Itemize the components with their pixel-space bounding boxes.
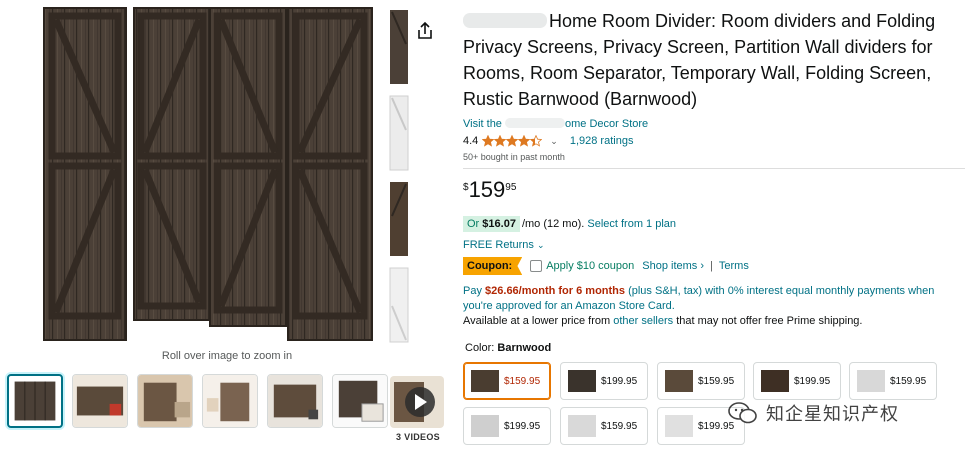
- zoom-hint: Roll over image to zoom in: [161, 350, 293, 362]
- videos-count-label[interactable]: 3 VIDEOS: [390, 432, 446, 442]
- color-option[interactable]: $199.95: [463, 407, 551, 445]
- thumbnail-divider-living[interactable]: [137, 374, 193, 428]
- coupon-tag: Coupon:: [463, 257, 523, 275]
- color-option[interactable]: $199.95: [753, 362, 841, 400]
- swatch-image: [568, 370, 596, 392]
- side-preview-white-2[interactable]: [388, 266, 410, 344]
- color-option[interactable]: $159.95: [657, 362, 745, 400]
- share-icon[interactable]: [414, 20, 436, 42]
- side-preview-dark-2[interactable]: [388, 180, 410, 258]
- separator: |: [710, 260, 713, 272]
- side-preview-white-1[interactable]: [388, 94, 410, 172]
- swatch-image: [761, 370, 789, 392]
- thumbnail-divider-room[interactable]: [72, 374, 128, 428]
- availability-note: Available at a lower price from other se…: [463, 315, 863, 327]
- swatch-image: [568, 415, 596, 437]
- thumbnail-divider-white[interactable]: [202, 374, 258, 428]
- thumbnail-divider-packaged[interactable]: [332, 374, 388, 428]
- store-name-redacted: [505, 118, 565, 128]
- color-option[interactable]: $159.95: [463, 362, 551, 400]
- shop-items-link[interactable]: Shop items ›: [642, 260, 704, 272]
- apply-coupon-label[interactable]: Apply $10 coupon: [546, 260, 634, 272]
- product-details: Home Room Divider: Room dividers and Fol…: [463, 8, 965, 327]
- other-sellers-link[interactable]: other sellers: [613, 315, 673, 327]
- color-option[interactable]: $159.95: [849, 362, 937, 400]
- star-rating-icon[interactable]: [482, 135, 543, 147]
- side-preview-dark-1[interactable]: [388, 8, 410, 86]
- swatch-image: [857, 370, 885, 392]
- select-plan-link[interactable]: Select from 1 plan: [587, 218, 676, 230]
- rating-row: 4.4 ⌄ 1,928 ratings: [463, 133, 965, 149]
- chevron-down-icon[interactable]: ⌄: [550, 136, 558, 147]
- terms-link[interactable]: Terms: [719, 260, 749, 272]
- bought-in-past-month: 50+ bought in past month: [463, 152, 565, 162]
- rating-value: 4.4: [463, 135, 479, 147]
- monthly-terms: /mo (12 mo).: [521, 218, 585, 230]
- side-preview-strip: [388, 8, 410, 352]
- selected-color: Barnwood: [497, 342, 552, 354]
- chevron-down-icon: ⌄: [536, 240, 545, 250]
- color-option[interactable]: $159.95: [560, 407, 648, 445]
- price: $ 159 95: [463, 177, 517, 202]
- swatch-image: [665, 415, 693, 437]
- product-main-image[interactable]: [40, 6, 380, 342]
- star-icon: [482, 135, 495, 147]
- free-returns-link[interactable]: FREE Returns ⌄: [463, 239, 965, 251]
- swatch-image: [665, 370, 693, 392]
- thumbnail-strip: [7, 374, 388, 432]
- color-label: Color: Barnwood: [465, 342, 552, 354]
- ratings-count-link[interactable]: 1,928 ratings: [570, 135, 634, 147]
- video-thumbnail[interactable]: [390, 376, 444, 428]
- product-title: Home Room Divider: Room dividers and Fol…: [463, 11, 936, 109]
- star-icon: [530, 135, 543, 147]
- swatch-image: [471, 415, 499, 437]
- watermark: 知企星知识产权: [728, 400, 899, 426]
- color-option[interactable]: $199.95: [560, 362, 648, 400]
- store-link[interactable]: Visit the ome Decor Store: [463, 118, 965, 130]
- star-icon: [506, 135, 519, 147]
- monthly-badge: Or $16.07: [463, 216, 520, 232]
- brand-redacted: [463, 13, 547, 28]
- swatch-image: [471, 370, 499, 392]
- apply-coupon-checkbox[interactable]: [530, 260, 543, 272]
- star-icon: [518, 135, 531, 147]
- thumbnail-divider-dark[interactable]: [7, 374, 63, 428]
- wechat-logo-icon: [728, 402, 757, 424]
- star-icon: [494, 135, 507, 147]
- thumbnail-divider-office[interactable]: [267, 374, 323, 428]
- coupon-row: Coupon: Apply $10 coupon Shop items › | …: [463, 257, 965, 275]
- store-card-offer[interactable]: Pay $26.66/month for 6 months (plus S&H,…: [463, 284, 963, 314]
- monthly-payment-row: Or $16.07 /mo (12 mo). Select from 1 pla…: [463, 216, 965, 232]
- divider: [463, 168, 965, 169]
